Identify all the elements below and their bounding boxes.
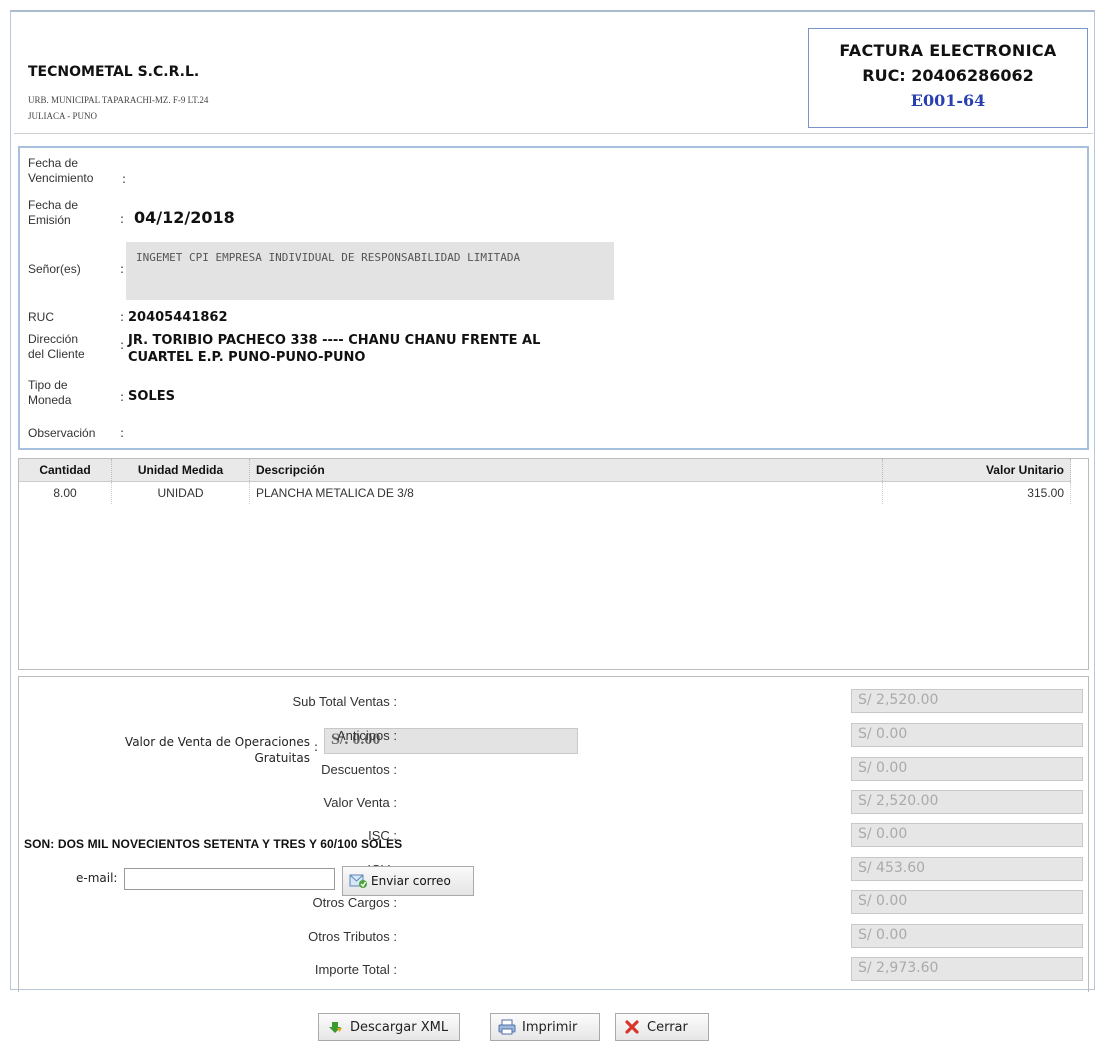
company-address-line1: URB. MUNICIPAL TAPARACHI-MZ. F-9 LT.24 <box>28 95 209 105</box>
client-info-panel: Fecha de Vencimiento : Fecha de Emisión … <box>18 146 1089 450</box>
client-name-field: INGEMET CPI EMPRESA INDIVIDUAL DE RESPON… <box>126 242 614 300</box>
total-value-field: S/ 0.00 <box>851 890 1083 914</box>
ruc-label: RUC <box>28 310 54 324</box>
total-value-field: S/ 2,520.00 <box>851 689 1083 713</box>
colon: : <box>120 390 125 404</box>
total-value-field: S/ 453.60 <box>851 857 1083 881</box>
total-label: Anticipos : <box>337 728 397 743</box>
company-address: URB. MUNICIPAL TAPARACHI-MZ. F-9 LT.24 J… <box>28 92 208 124</box>
col-valor-unitario[interactable]: Valor Unitario <box>882 459 1071 482</box>
moneda-value: SOLES <box>128 389 175 404</box>
colon: : <box>122 172 127 186</box>
colon: : <box>120 262 125 276</box>
col-cantidad[interactable]: Cantidad <box>19 459 112 482</box>
direccion-value-line2: CUARTEL E.P. PUNO-PUNO-PUNO <box>128 350 366 365</box>
items-header-row: Cantidad Unidad Medida Descripción Valor… <box>19 459 1071 482</box>
total-value-field: S/ 2,520.00 <box>851 790 1083 814</box>
total-label: Sub Total Ventas : <box>292 694 397 709</box>
direccion-value-line1: JR. TORIBIO PACHECO 338 ---- CHANU CHANU… <box>128 333 541 348</box>
ruc-value: 20405441862 <box>128 310 228 325</box>
download-xml-label: Descargar XML <box>350 1019 449 1035</box>
senores-label: Señor(es) <box>28 262 81 276</box>
print-button[interactable]: Imprimir <box>490 1013 600 1041</box>
total-value-field: S/ 0.00 <box>851 723 1083 747</box>
download-icon <box>326 1018 344 1036</box>
total-value-field: S/ 0.00 <box>851 823 1083 847</box>
document-box: FACTURA ELECTRONICA RUC: 20406286062 E00… <box>808 28 1088 128</box>
direccion-label: Dirección del Cliente <box>28 332 85 361</box>
download-xml-button[interactable]: Descargar XML <box>318 1013 460 1041</box>
total-label: Valor Venta : <box>323 795 397 810</box>
print-label: Imprimir <box>522 1019 578 1035</box>
document-ruc: RUC: 20406286062 <box>862 66 1034 85</box>
direccion-value: JR. TORIBIO PACHECO 338 ---- CHANU CHANU… <box>128 332 540 366</box>
send-mail-icon <box>349 872 367 890</box>
printer-icon <box>498 1018 516 1036</box>
fecha-vencimiento-label: Fecha de Vencimiento <box>28 156 94 185</box>
amount-in-words: SON: DOS MIL NOVECIENTOS SETENTA Y TRES … <box>24 837 403 851</box>
fecha-emision-value: 04/12/2018 <box>134 208 235 227</box>
email-input[interactable] <box>124 868 335 890</box>
cell-descripcion: PLANCHA METALICA DE 3/8 <box>249 481 883 504</box>
email-label: e-mail: <box>76 871 118 885</box>
moneda-label: Tipo de Moneda <box>28 378 72 407</box>
client-name-value: INGEMET CPI EMPRESA INDIVIDUAL DE RESPON… <box>136 251 521 264</box>
total-label: Importe Total : <box>314 962 397 977</box>
colon: : <box>120 426 125 440</box>
fecha-emision-label: Fecha de Emisión <box>28 198 79 227</box>
document-type: FACTURA ELECTRONICA <box>839 41 1057 60</box>
document-number: E001-64 <box>910 91 986 110</box>
total-value-field: S/ 2,973.60 <box>851 957 1083 981</box>
total-label: Otros Cargos : <box>312 895 397 910</box>
table-row[interactable]: 8.00 UNIDAD PLANCHA METALICA DE 3/8 315.… <box>19 481 1071 504</box>
send-email-button[interactable]: Enviar correo <box>342 866 474 896</box>
company-address-line2: JULIACA - PUNO <box>28 111 98 121</box>
observacion-label: Observación <box>28 426 96 440</box>
close-icon <box>623 1018 641 1036</box>
total-value-field: S/ 0.00 <box>851 757 1083 781</box>
close-button[interactable]: Cerrar <box>615 1013 709 1041</box>
total-value-field: S/ 0.00 <box>851 924 1083 948</box>
send-email-label: Enviar correo <box>371 874 451 888</box>
cell-unidad: UNIDAD <box>111 481 250 504</box>
colon: : <box>120 338 125 352</box>
colon: : <box>120 310 125 324</box>
cell-valor-unitario: 315.00 <box>882 481 1071 504</box>
cell-cantidad: 8.00 <box>19 481 112 504</box>
invoice-header: TECNOMETAL S.C.R.L. URB. MUNICIPAL TAPAR… <box>14 16 1093 134</box>
total-label: Descuentos : <box>321 762 397 777</box>
company-name: TECNOMETAL S.C.R.L. <box>28 64 200 80</box>
items-table: Cantidad Unidad Medida Descripción Valor… <box>19 459 1071 504</box>
items-table-panel: Cantidad Unidad Medida Descripción Valor… <box>18 458 1089 670</box>
col-unidad-medida[interactable]: Unidad Medida <box>111 459 250 482</box>
col-descripcion[interactable]: Descripción <box>249 459 883 482</box>
colon: : <box>120 212 125 226</box>
close-label: Cerrar <box>647 1019 688 1035</box>
total-label: Otros Tributos : <box>308 929 397 944</box>
